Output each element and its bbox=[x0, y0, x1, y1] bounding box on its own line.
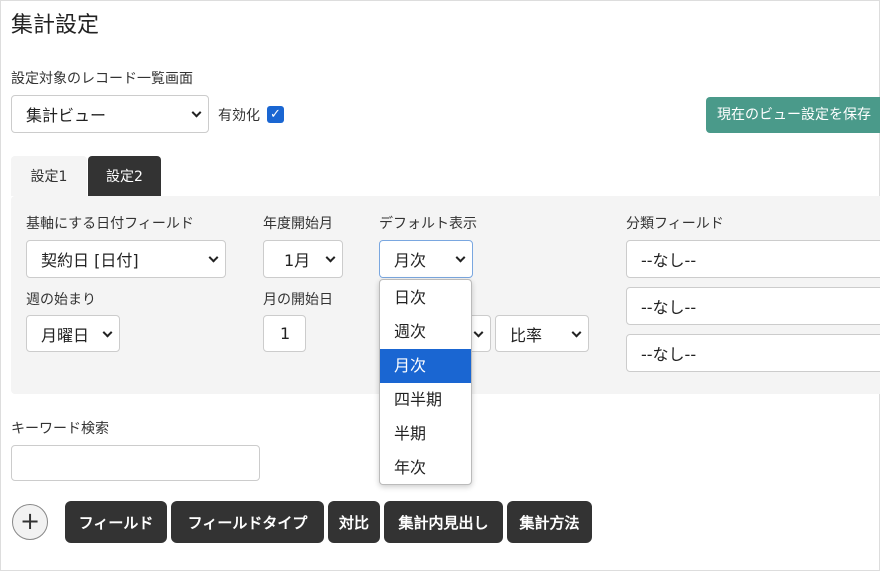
option-weekly[interactable]: 週次 bbox=[380, 315, 471, 349]
option-quarterly[interactable]: 四半期 bbox=[380, 383, 471, 417]
chevron-down-icon bbox=[571, 327, 582, 338]
keyword-label: キーワード検索 bbox=[11, 421, 109, 437]
fiscal-start-select[interactable]: 1月 bbox=[263, 240, 343, 278]
tab-settings-2[interactable]: 設定2 bbox=[88, 156, 161, 196]
category-label: 分類フィールド bbox=[626, 216, 724, 232]
aggregation-method-button[interactable]: 集計方法 bbox=[507, 501, 592, 543]
chevron-down-icon bbox=[191, 107, 202, 118]
save-view-button[interactable]: 現在のビュー設定を保存 bbox=[706, 97, 880, 133]
category-value: --なし-- bbox=[641, 251, 697, 270]
month-start-input[interactable]: 1 bbox=[263, 315, 306, 352]
compare-button[interactable]: 対比 bbox=[328, 501, 380, 543]
field-button[interactable]: フィールド bbox=[65, 501, 167, 543]
chevron-down-icon bbox=[208, 252, 219, 263]
date-field-value: 契約日 [日付] bbox=[41, 251, 139, 270]
target-label: 設定対象のレコード一覧画面 bbox=[11, 71, 193, 87]
category-select-2[interactable]: --なし-- bbox=[626, 287, 880, 325]
option-yearly[interactable]: 年次 bbox=[380, 451, 471, 485]
chevron-down-icon bbox=[473, 327, 484, 338]
category-value: --なし-- bbox=[641, 345, 697, 364]
default-view-label: デフォルト表示 bbox=[379, 216, 477, 232]
default-view-select[interactable]: 月次 bbox=[379, 240, 473, 278]
option-monthly[interactable]: 月次 bbox=[380, 349, 471, 383]
fiscal-start-label: 年度開始月 bbox=[263, 216, 333, 232]
view-select-value: 集計ビュー bbox=[26, 106, 107, 125]
default-view-value: 月次 bbox=[394, 251, 427, 270]
category-select-1[interactable]: --なし-- bbox=[626, 240, 880, 278]
chevron-down-icon bbox=[102, 327, 113, 338]
category-select-3[interactable]: --なし-- bbox=[626, 334, 880, 372]
add-icon[interactable]: + bbox=[12, 504, 48, 540]
subtotal-heading-button[interactable]: 集計内見出し bbox=[384, 501, 503, 543]
fiscal-start-value: 1月 bbox=[284, 251, 311, 270]
page-title: 集計設定 bbox=[11, 13, 100, 38]
option-daily[interactable]: 日次 bbox=[380, 281, 471, 315]
field-type-button[interactable]: フィールドタイプ bbox=[171, 501, 324, 543]
enable-label: 有効化 bbox=[218, 108, 260, 124]
keyword-search-input[interactable] bbox=[11, 445, 260, 481]
enable-checkbox[interactable]: ✓ bbox=[267, 106, 284, 123]
option-half-year[interactable]: 半期 bbox=[380, 417, 471, 451]
week-start-select[interactable]: 月曜日 bbox=[26, 315, 120, 352]
month-start-label: 月の開始日 bbox=[263, 292, 333, 308]
category-value: --なし-- bbox=[641, 298, 697, 317]
chevron-down-icon bbox=[325, 252, 336, 263]
date-field-label: 基軸にする日付フィールド bbox=[26, 216, 194, 232]
week-start-label: 週の始まり bbox=[26, 292, 96, 308]
ratio-select[interactable]: 比率 bbox=[495, 315, 589, 352]
ratio-value: 比率 bbox=[510, 325, 543, 345]
tab-settings-1[interactable]: 設定1 bbox=[11, 156, 87, 196]
week-start-value: 月曜日 bbox=[41, 325, 90, 345]
month-start-value: 1 bbox=[280, 324, 291, 343]
date-field-select[interactable]: 契約日 [日付] bbox=[26, 240, 226, 278]
view-select[interactable]: 集計ビュー bbox=[11, 95, 209, 133]
default-view-dropdown: 日次 週次 月次 四半期 半期 年次 bbox=[379, 279, 472, 485]
chevron-down-icon bbox=[455, 252, 466, 263]
